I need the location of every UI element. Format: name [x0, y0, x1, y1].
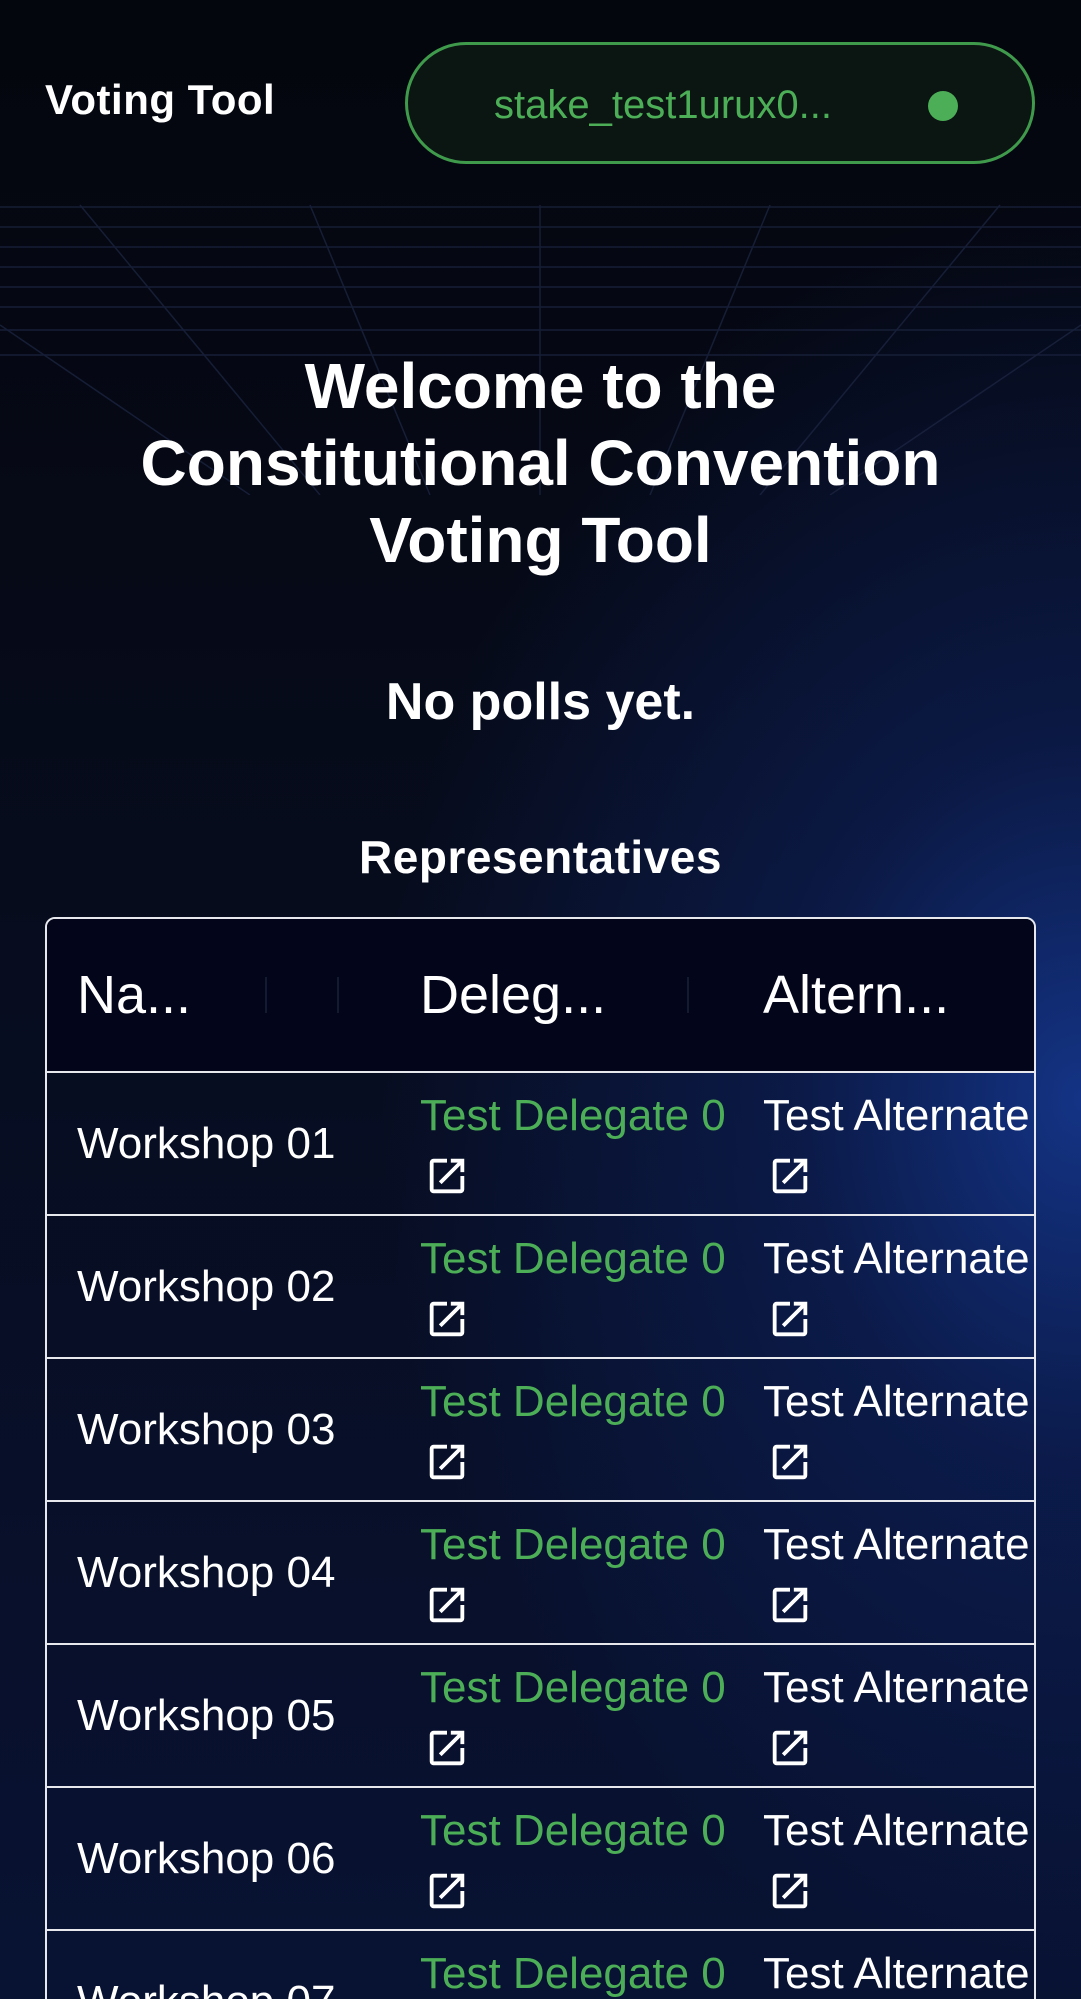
alternate-name[interactable]: Test Alternate	[763, 1091, 1034, 1141]
alternate-link[interactable]: Test Alternate	[763, 1806, 1034, 1914]
delegate-link[interactable]: Test Delegate 0	[420, 1806, 738, 1914]
table-header: Na... Deleg... Altern...	[47, 919, 1034, 1073]
alternate-name[interactable]: Test Alternate	[763, 1663, 1034, 1713]
representatives-heading: Representatives	[359, 831, 722, 883]
table-row: Workshop 07 Test Delegate 0 Test Alternate	[47, 1931, 1034, 1999]
page-title-line: Voting Tool	[369, 504, 712, 576]
external-link-icon[interactable]	[424, 1725, 470, 1771]
workshop-name: Workshop 07	[77, 1931, 335, 1999]
alternate-name[interactable]: Test Alternate	[763, 1234, 1034, 1284]
delegate-link[interactable]: Test Delegate 0	[420, 1377, 738, 1485]
workshop-name: Workshop 01	[77, 1119, 336, 1168]
column-header-alternate[interactable]: Altern...	[763, 919, 1023, 1071]
page-title: Welcome to the Constitutional Convention…	[0, 348, 1081, 579]
external-link-icon[interactable]	[424, 1296, 470, 1342]
table-row: Workshop 04 Test Delegate 0 Test Alternate	[47, 1502, 1034, 1645]
delegate-link[interactable]: Test Delegate 0	[420, 1520, 738, 1628]
external-link-icon[interactable]	[767, 1582, 813, 1628]
table-row: Workshop 05 Test Delegate 0 Test Alternate	[47, 1645, 1034, 1788]
external-link-icon[interactable]	[424, 1153, 470, 1199]
wallet-connect-button[interactable]: stake_test1urux0...	[405, 42, 1035, 164]
external-link-icon[interactable]	[767, 1439, 813, 1485]
external-link-icon[interactable]	[424, 1582, 470, 1628]
delegate-name[interactable]: Test Delegate 0	[420, 1806, 738, 1856]
column-sort-handle[interactable]	[265, 977, 267, 1013]
alternate-name[interactable]: Test Alternate	[763, 1806, 1034, 1856]
external-link-icon[interactable]	[767, 1153, 813, 1199]
empty-polls-message: No polls yet.	[385, 673, 696, 731]
delegate-name[interactable]: Test Delegate 0	[420, 1520, 738, 1570]
external-link-icon[interactable]	[767, 1725, 813, 1771]
alternate-name[interactable]: Test Alternate	[763, 1520, 1034, 1570]
alternate-link[interactable]: Test Alternate	[763, 1091, 1034, 1199]
workshop-name: Workshop 04	[77, 1548, 336, 1597]
column-header-name[interactable]: Na...	[77, 919, 307, 1071]
page-title-line: Welcome to the	[304, 350, 777, 422]
alternate-name[interactable]: Test Alternate	[763, 1949, 1034, 1999]
delegate-name[interactable]: Test Delegate 0	[420, 1234, 738, 1284]
wallet-status-dot	[928, 91, 958, 121]
table-row: Workshop 01 Test Delegate 0 Test Alternate	[47, 1073, 1034, 1216]
workshop-name: Workshop 03	[77, 1405, 336, 1454]
app-title: Voting Tool	[45, 76, 276, 123]
workshop-name: Workshop 05	[77, 1691, 336, 1740]
delegate-link[interactable]: Test Delegate 0	[420, 1949, 738, 1999]
workshop-name: Workshop 02	[77, 1262, 336, 1311]
table-row: Workshop 02 Test Delegate 0 Test Alternate	[47, 1216, 1034, 1359]
page-title-line: Constitutional Convention	[140, 427, 941, 499]
delegate-name[interactable]: Test Delegate 0	[420, 1377, 738, 1427]
alternate-link[interactable]: Test Alternate	[763, 1949, 1034, 1999]
alternate-name[interactable]: Test Alternate	[763, 1377, 1034, 1427]
alternate-link[interactable]: Test Alternate	[763, 1520, 1034, 1628]
table-row: Workshop 06 Test Delegate 0 Test Alternate	[47, 1788, 1034, 1931]
wallet-address: stake_test1urux0...	[494, 83, 832, 127]
alternate-link[interactable]: Test Alternate	[763, 1377, 1034, 1485]
delegate-link[interactable]: Test Delegate 0	[420, 1091, 738, 1199]
delegate-name[interactable]: Test Delegate 0	[420, 1663, 738, 1713]
external-link-icon[interactable]	[424, 1868, 470, 1914]
external-link-icon[interactable]	[767, 1868, 813, 1914]
delegate-name[interactable]: Test Delegate 0	[420, 1949, 738, 1999]
alternate-link[interactable]: Test Alternate	[763, 1663, 1034, 1771]
external-link-icon[interactable]	[767, 1296, 813, 1342]
representatives-table: Na... Deleg... Altern... Workshop 01 Test…	[45, 917, 1036, 1999]
delegate-link[interactable]: Test Delegate 0	[420, 1234, 738, 1342]
table-row: Workshop 03 Test Delegate 0 Test Alternate	[47, 1359, 1034, 1502]
app-header: Voting Tool stake_test1urux0...	[0, 0, 1081, 200]
page: Voting Tool stake_test1urux0... Welcome …	[0, 0, 1081, 1999]
column-header-delegate[interactable]: Deleg...	[420, 919, 660, 1071]
alternate-link[interactable]: Test Alternate	[763, 1234, 1034, 1342]
external-link-icon[interactable]	[424, 1439, 470, 1485]
delegate-link[interactable]: Test Delegate 0	[420, 1663, 738, 1771]
delegate-name[interactable]: Test Delegate 0	[420, 1091, 738, 1141]
column-resize-handle[interactable]	[687, 977, 689, 1013]
column-resize-handle[interactable]	[337, 977, 339, 1013]
workshop-name: Workshop 06	[77, 1834, 336, 1883]
